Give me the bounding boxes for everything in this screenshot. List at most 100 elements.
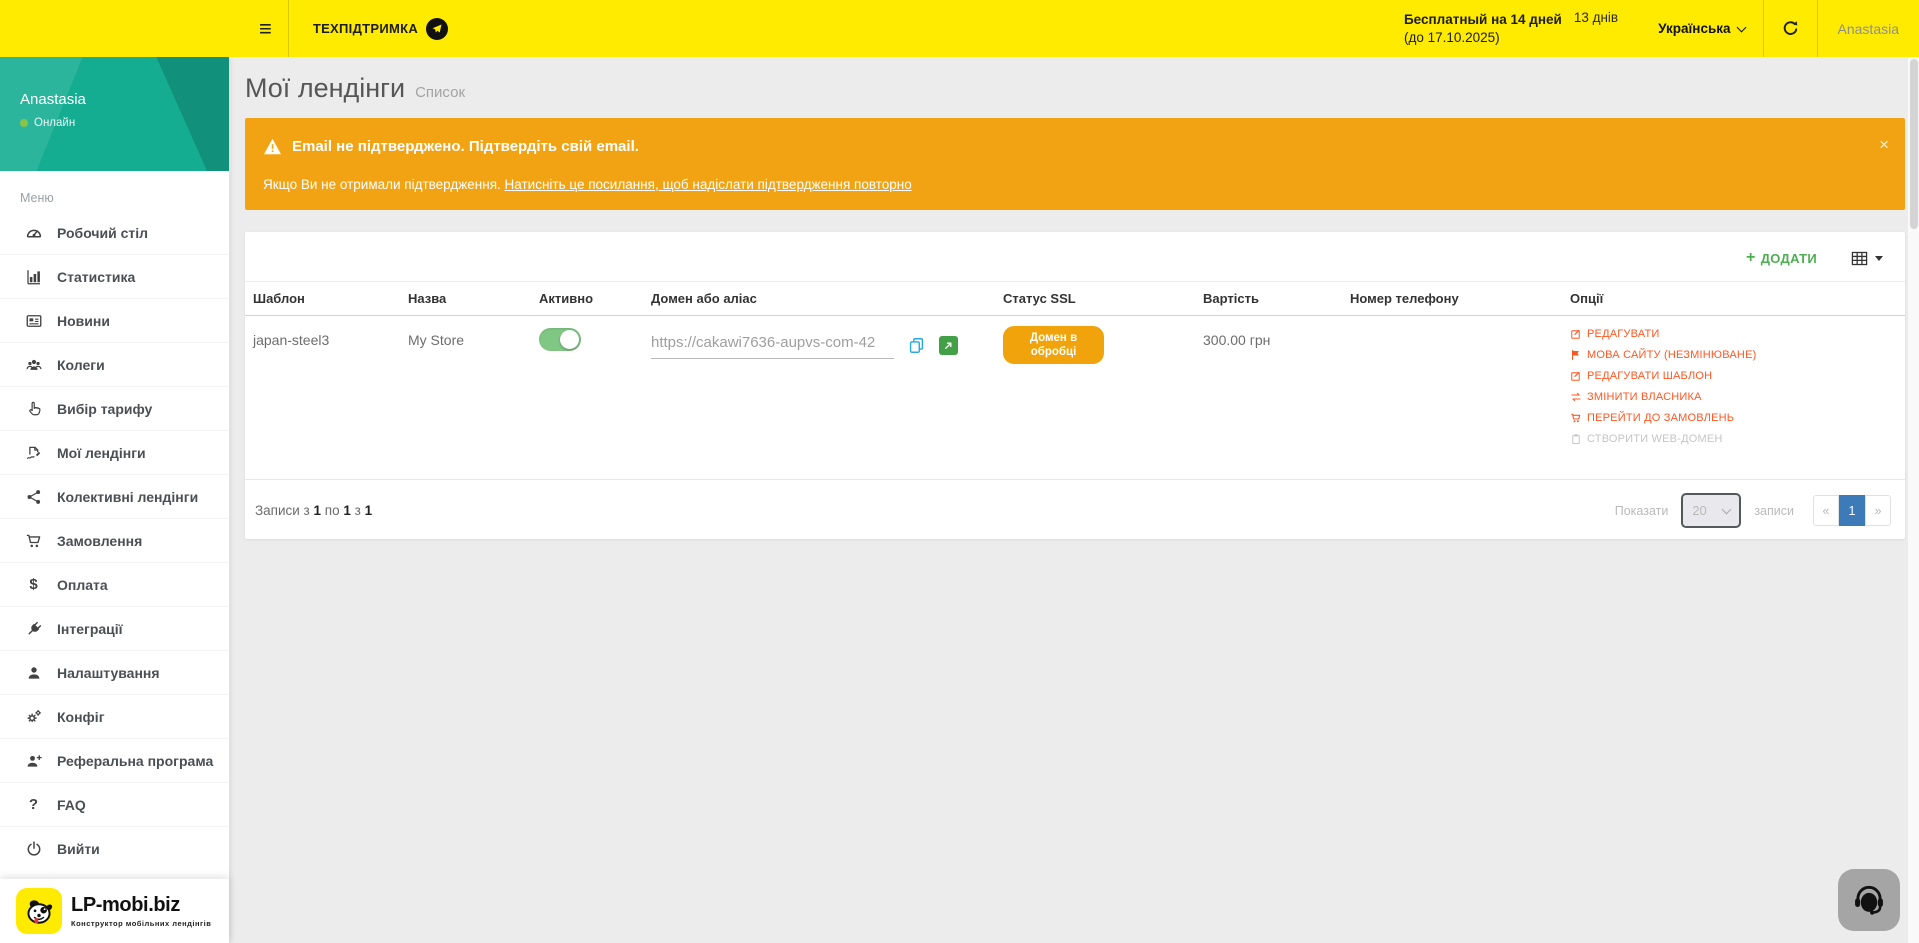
sidebar-item-label: Налаштування bbox=[57, 665, 160, 681]
create-web-domain-link[interactable]: СТВОРИТИ WEB-ДОМЕН bbox=[1570, 433, 1905, 445]
pagination-next-button[interactable]: » bbox=[1865, 495, 1891, 526]
sidebar-item-faq[interactable]: ? FAQ bbox=[0, 783, 229, 827]
table-header-row: Шаблон Назва Активно Домен або аліас Ста… bbox=[245, 281, 1905, 316]
language-icon bbox=[1570, 349, 1582, 361]
trial-plan-label: Бесплатный на 14 дней bbox=[1404, 12, 1562, 27]
dashboard-icon bbox=[24, 223, 43, 242]
go-to-orders-link[interactable]: ПЕРЕЙТИ ДО ЗАМОВЛЕНЬ bbox=[1570, 412, 1905, 424]
top-bar: ≡ ТЕХПІДТРИМКА Бесплатный на 14 дней (до… bbox=[0, 0, 1919, 57]
resend-confirmation-link[interactable]: Натисніть це посилання, щоб надіслати пі… bbox=[505, 177, 912, 192]
sidebar-item-label: Конфіг bbox=[57, 709, 105, 725]
user-plus-icon bbox=[24, 751, 43, 770]
sidebar-item-news[interactable]: Новини bbox=[0, 299, 229, 343]
page-size-value: 20 bbox=[1692, 503, 1706, 518]
copy-icon[interactable] bbox=[907, 336, 926, 355]
sidebar-item-label: Мої лендінги bbox=[57, 445, 146, 461]
show-label: Показати bbox=[1615, 504, 1669, 518]
column-header: Опції bbox=[1570, 282, 1905, 315]
sidebar-item-collective-landings[interactable]: Колективні лендінги bbox=[0, 475, 229, 519]
records-info: Записи з 1 по 1 з 1 bbox=[255, 503, 372, 518]
edit-template-link[interactable]: РЕДАГУВАТИ ШАБЛОН bbox=[1570, 370, 1905, 382]
landings-panel: + ДОДАТИ Шаблон Назва Активно Домен або … bbox=[245, 232, 1905, 539]
banner-text: Якщо Ви не отримали підтвердження. bbox=[263, 177, 505, 192]
sidebar-item-logout[interactable]: Вийти bbox=[0, 827, 229, 871]
table-footer: Записи з 1 по 1 з 1 Показати 20 записи «… bbox=[245, 480, 1905, 528]
table-grid-icon bbox=[1851, 251, 1868, 266]
landing-name: My Store bbox=[408, 332, 464, 348]
sidebar-item-tariff[interactable]: Вибір тарифу bbox=[0, 387, 229, 431]
file-signature-icon bbox=[24, 443, 43, 462]
scrollbar-track[interactable] bbox=[1908, 57, 1919, 943]
toggle-knob bbox=[560, 330, 579, 349]
footer-logo-subtitle: Конструктор мобільних лендінгів bbox=[71, 919, 211, 928]
menu-section-label: Меню bbox=[20, 191, 229, 205]
trial-days-left: 13 днів bbox=[1574, 10, 1618, 25]
sidebar-item-payment[interactable]: $ Оплата bbox=[0, 563, 229, 607]
column-header: Активно bbox=[539, 282, 651, 315]
edit-icon bbox=[1570, 328, 1582, 340]
headset-icon bbox=[1850, 881, 1888, 919]
user-icon bbox=[24, 663, 43, 682]
active-toggle[interactable] bbox=[539, 328, 581, 351]
site-language-link[interactable]: МОВА САЙТУ (НЕЗМІНЮВАНЕ) bbox=[1570, 349, 1905, 361]
topbar-username[interactable]: Anastasia bbox=[1818, 0, 1919, 57]
refresh-button[interactable] bbox=[1764, 0, 1817, 57]
column-header: Вартість bbox=[1203, 282, 1350, 315]
sidebar-user-status: Онлайн bbox=[20, 117, 229, 129]
page-subtitle: Список bbox=[415, 84, 465, 101]
sidebar-item-orders[interactable]: Замовлення bbox=[0, 519, 229, 563]
add-landing-button[interactable]: + ДОДАТИ bbox=[1746, 249, 1817, 267]
refresh-icon bbox=[1781, 19, 1800, 38]
sidebar-item-settings[interactable]: Налаштування bbox=[0, 651, 229, 695]
sidebar-item-dashboard[interactable]: Робочий стіл bbox=[0, 211, 229, 255]
price-value: 300.00 грн bbox=[1203, 332, 1270, 348]
sidebar-item-integrations[interactable]: Інтеграції bbox=[0, 607, 229, 651]
tech-support-button[interactable]: ТЕХПІДТРИМКА bbox=[289, 0, 472, 57]
page-size-select[interactable]: 20 bbox=[1681, 493, 1741, 528]
telegram-icon bbox=[426, 18, 448, 40]
sidebar-item-referral[interactable]: Реферальна програма bbox=[0, 739, 229, 783]
close-icon[interactable]: × bbox=[1879, 136, 1889, 153]
plug-icon bbox=[24, 619, 43, 638]
caret-down-icon bbox=[1875, 256, 1883, 261]
landings-table: Шаблон Назва Активно Домен або аліас Ста… bbox=[245, 281, 1905, 480]
open-site-button[interactable] bbox=[939, 336, 958, 355]
language-label: Українська bbox=[1658, 21, 1730, 36]
main-content: Мої лендінги Список Email не підтверджен… bbox=[229, 57, 1919, 943]
chat-support-button[interactable] bbox=[1838, 869, 1900, 931]
clipboard-icon bbox=[1570, 433, 1582, 445]
sidebar-item-colleagues[interactable]: Колеги bbox=[0, 343, 229, 387]
question-icon: ? bbox=[24, 795, 43, 814]
sidebar-footer-logo[interactable]: LP-mobi.biz Конструктор мобільних лендін… bbox=[0, 879, 229, 943]
users-icon bbox=[24, 355, 43, 374]
ssl-status-badge[interactable]: Домен в обробці bbox=[1003, 326, 1104, 364]
template-name: japan-steel3 bbox=[253, 332, 329, 348]
pagination-prev-button[interactable]: « bbox=[1813, 495, 1839, 526]
banner-title: Email не підтверджено. Підтвердіть свій … bbox=[292, 138, 639, 155]
edit-link[interactable]: РЕДАГУВАТИ bbox=[1570, 328, 1905, 340]
sidebar-item-label: Колеги bbox=[57, 357, 105, 373]
sidebar-item-label: Реферальна програма bbox=[57, 753, 213, 769]
sidebar-item-config[interactable]: Конфіг bbox=[0, 695, 229, 739]
sidebar-item-statistics[interactable]: Статистика bbox=[0, 255, 229, 299]
trial-info: Бесплатный на 14 дней (до 17.10.2025) bbox=[1404, 11, 1562, 47]
language-selector[interactable]: Українська bbox=[1640, 0, 1762, 57]
online-status-dot bbox=[20, 119, 28, 127]
sidebar-item-label: Вийти bbox=[57, 841, 100, 857]
power-icon bbox=[24, 840, 43, 859]
plus-icon: + bbox=[1746, 249, 1756, 267]
hamburger-menu-icon[interactable]: ≡ bbox=[243, 0, 288, 57]
scrollbar-thumb[interactable] bbox=[1910, 59, 1918, 229]
panel-toolbar: + ДОДАТИ bbox=[245, 232, 1905, 267]
domain-input[interactable] bbox=[651, 332, 894, 359]
columns-dropdown-button[interactable] bbox=[1851, 251, 1883, 266]
cart-icon bbox=[24, 531, 43, 550]
sidebar-username: Anastasia bbox=[20, 91, 229, 108]
sidebar-user-panel: Anastasia Онлайн bbox=[0, 57, 229, 171]
tech-support-label: ТЕХПІДТРИМКА bbox=[313, 21, 418, 36]
sidebar-item-my-landings[interactable]: Мої лендінги bbox=[0, 431, 229, 475]
change-owner-link[interactable]: ЗМІНИТИ ВЛАСНИКА bbox=[1570, 391, 1905, 403]
footer-logo-title: LP-mobi.biz bbox=[71, 894, 211, 917]
row-options: РЕДАГУВАТИ МОВА САЙТУ (НЕЗМІНЮВАНЕ) РЕДА… bbox=[1570, 328, 1905, 445]
pagination-page-1[interactable]: 1 bbox=[1839, 495, 1865, 526]
